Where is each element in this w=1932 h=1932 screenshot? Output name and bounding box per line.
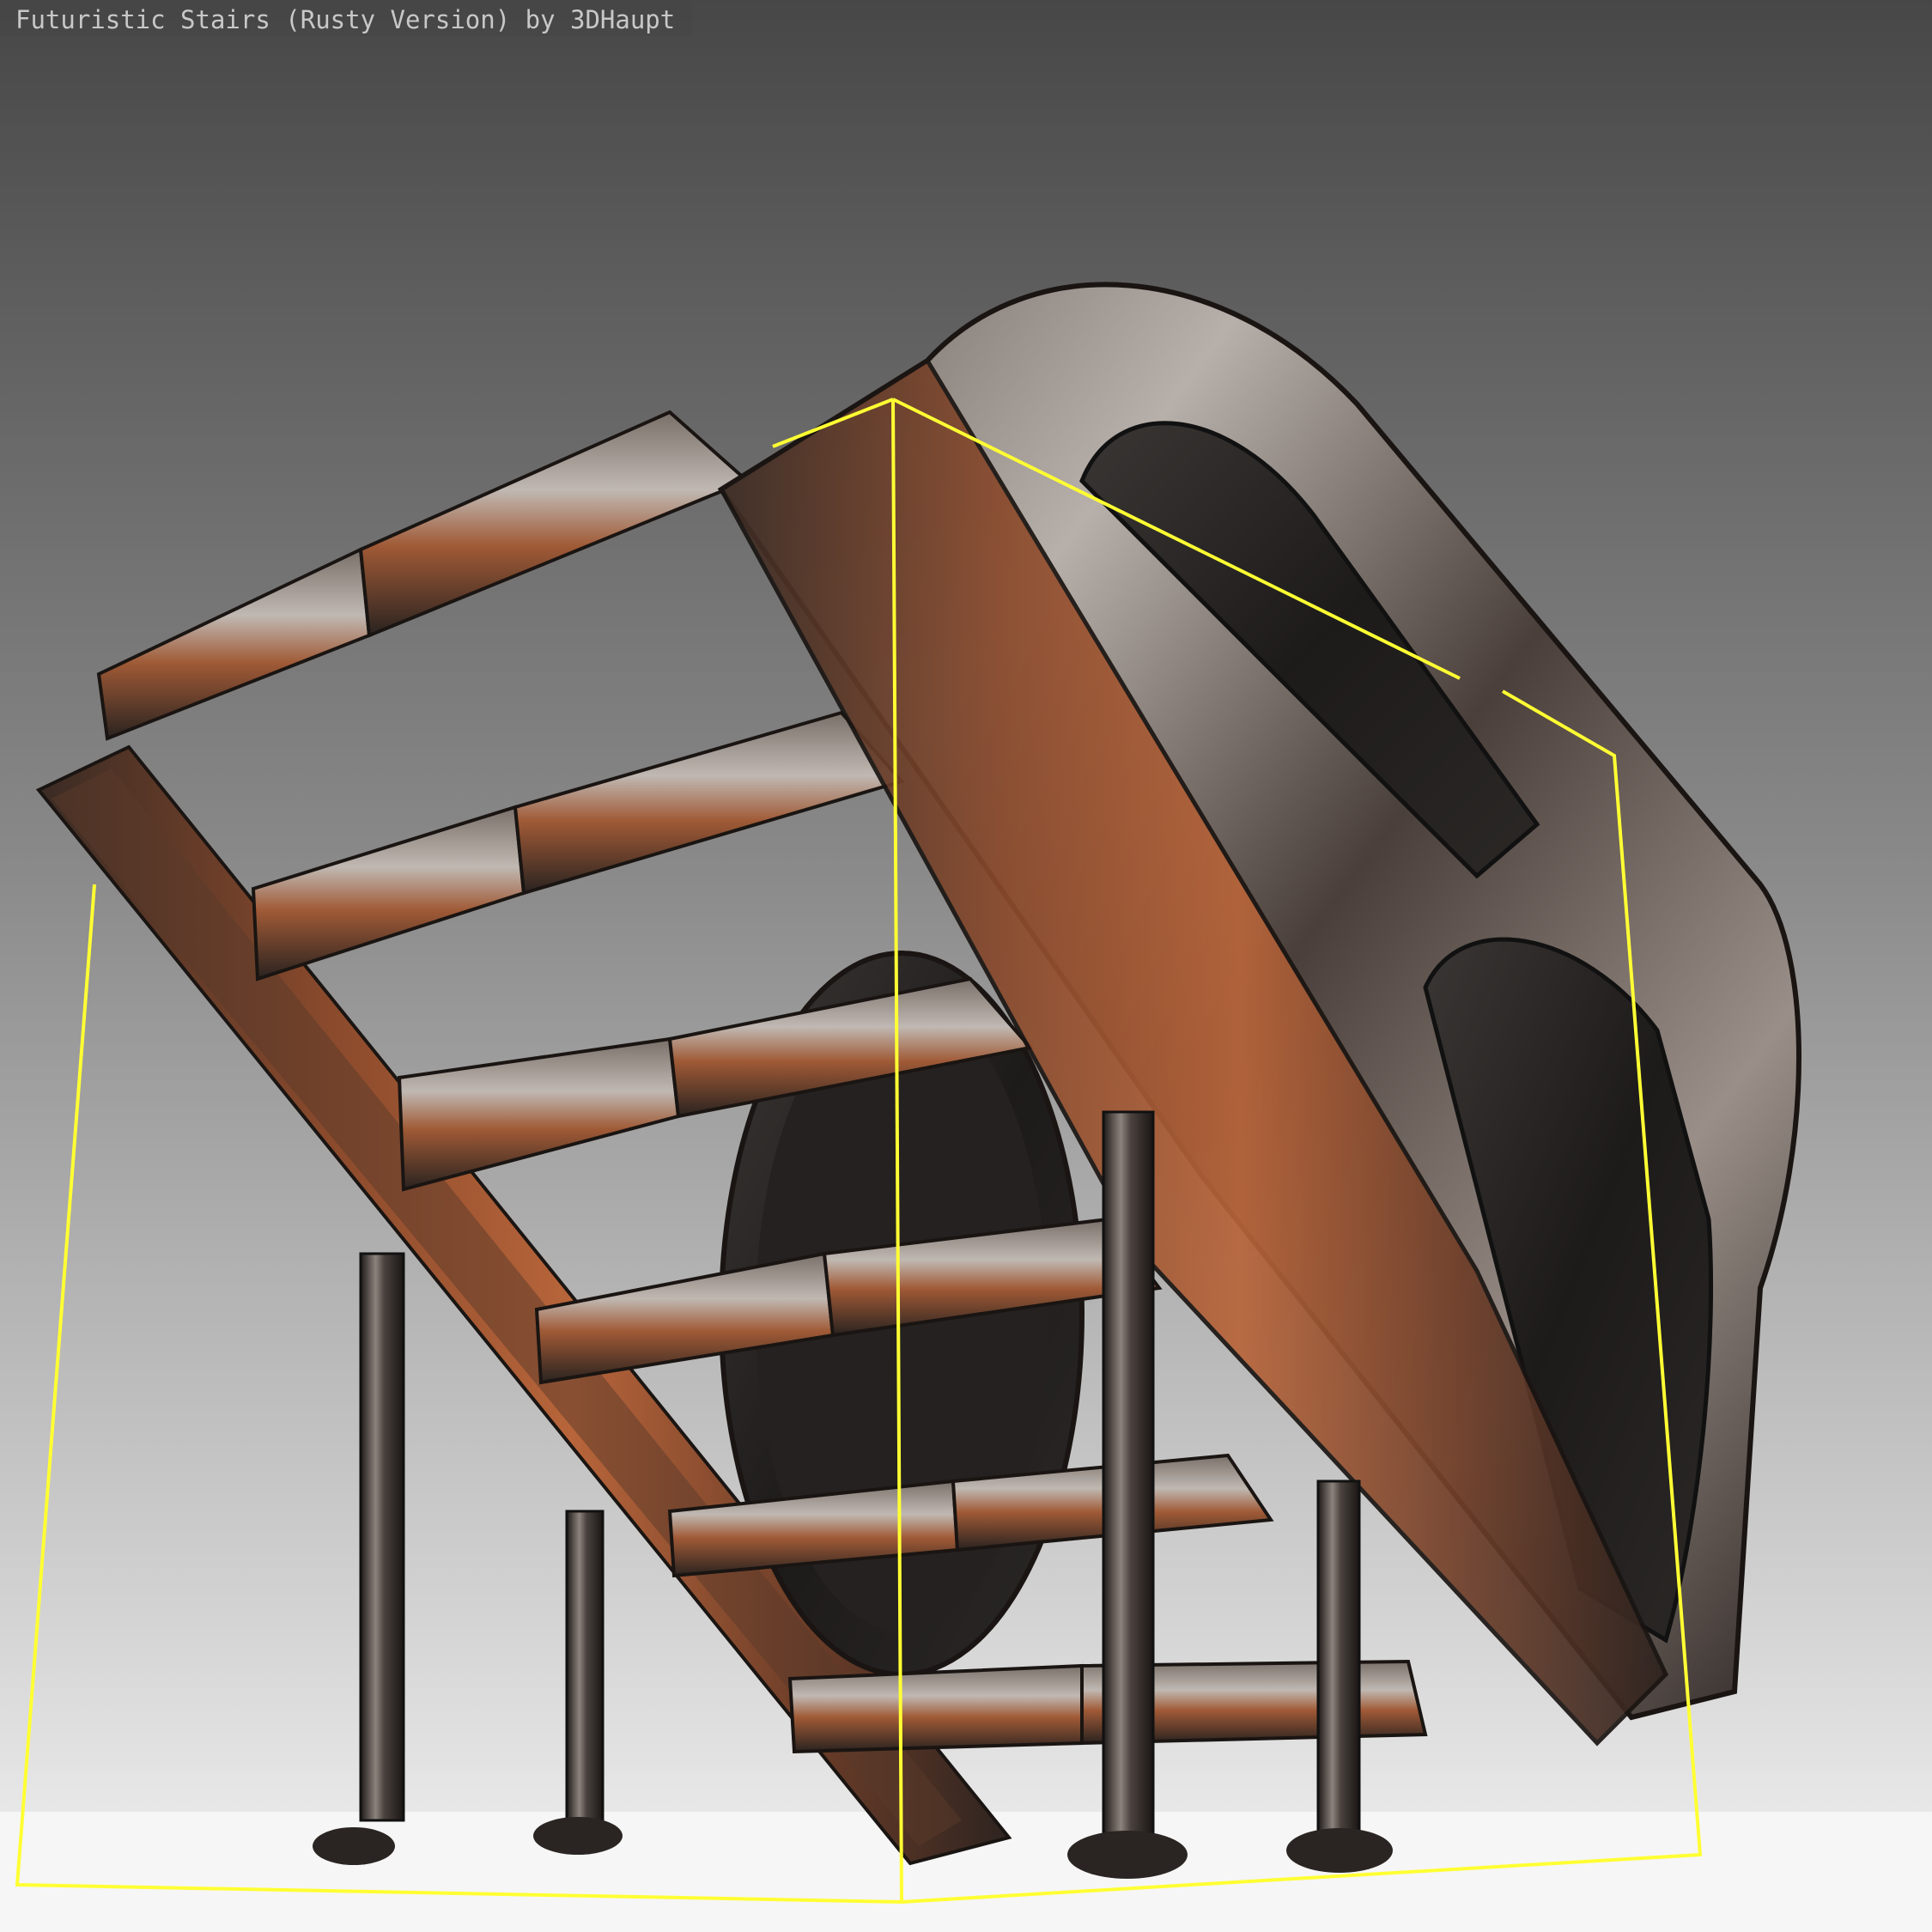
3d-viewport[interactable] xyxy=(0,0,1932,1932)
viewer-title: Futuristic Stairs (Rusty Version) by 3DH… xyxy=(0,0,693,36)
